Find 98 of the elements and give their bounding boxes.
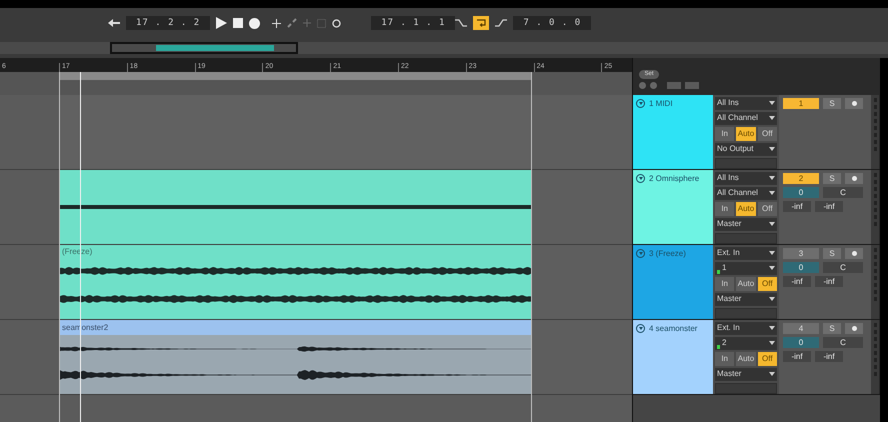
caret-icon [769, 176, 775, 180]
stop-icon[interactable] [233, 18, 244, 28]
output-channel-field[interactable] [715, 308, 777, 319]
loop-button[interactable] [473, 16, 490, 30]
track-activator-button[interactable]: 1 [783, 98, 819, 109]
monitor-button[interactable]: Off [758, 202, 777, 216]
punch-in-icon[interactable] [455, 18, 468, 28]
monitor-button[interactable]: Auto [736, 352, 756, 366]
loop-length-field[interactable]: 7 . 0 . 0 [513, 16, 592, 30]
caret-icon [769, 101, 775, 106]
pan-field[interactable]: C [823, 187, 863, 198]
volume-field[interactable]: 0 [783, 262, 819, 273]
pan-field[interactable]: C [823, 337, 863, 348]
caret-icon [769, 297, 775, 302]
output-channel-field[interactable] [715, 158, 777, 169]
track-title-block[interactable]: 4 seamonster [633, 320, 713, 394]
record-icon[interactable] [249, 18, 260, 28]
output-dropdown[interactable]: Master [715, 292, 777, 306]
volume-field[interactable]: 0 [783, 337, 819, 348]
input-dropdown[interactable]: All Ins [715, 97, 777, 110]
monitor-button[interactable]: In [715, 352, 734, 366]
meter-reading: -inf [783, 201, 811, 212]
input-dropdown[interactable]: All Ins [715, 172, 777, 185]
monitor-button[interactable]: In [715, 126, 734, 141]
monitor-button[interactable]: Auto [736, 276, 756, 291]
caret-icon [769, 222, 775, 226]
volume-field[interactable]: 0 [783, 187, 819, 198]
record-icon [852, 326, 856, 331]
channel-dropdown[interactable]: 1 [715, 262, 777, 275]
loop-icon [476, 19, 486, 27]
song-position-field[interactable]: 17 . 2 . 2 [126, 16, 210, 30]
monitor-button[interactable]: Auto [736, 202, 756, 216]
fold-icon[interactable] [636, 99, 645, 108]
monitor-button[interactable]: Off [758, 276, 777, 291]
arm-button[interactable] [845, 323, 863, 334]
circle-icon[interactable] [332, 18, 342, 28]
meter-reading: -inf [815, 276, 843, 287]
meter-reading: -inf [783, 276, 811, 287]
channel-dropdown[interactable]: 2 [715, 336, 777, 350]
track-title-block[interactable]: 2 Omnisphere [633, 170, 713, 244]
input-dropdown[interactable]: Ext. In [715, 247, 777, 260]
track-name[interactable]: 4 seamonster [649, 324, 698, 334]
link-icon[interactable] [287, 18, 298, 28]
channel-dropdown[interactable]: All Channel [715, 186, 777, 200]
caret-icon [769, 251, 775, 256]
fold-icon[interactable] [636, 174, 645, 183]
caret-icon [769, 326, 775, 330]
monitor-button[interactable]: Auto [736, 126, 756, 141]
midi-clip[interactable] [59, 170, 531, 244]
output-channel-field[interactable] [715, 382, 777, 394]
arm-button[interactable] [845, 173, 863, 184]
back-arrow-icon[interactable] [108, 19, 120, 27]
caret-icon [769, 191, 775, 196]
output-channel-field[interactable] [715, 232, 777, 244]
plus-icon[interactable] [272, 18, 282, 28]
pan-field[interactable]: C [823, 262, 863, 273]
record-icon [852, 176, 856, 181]
punch-out-icon[interactable] [495, 18, 508, 28]
meter-reading: -inf [815, 201, 843, 212]
solo-button[interactable]: S [823, 248, 841, 259]
track-name[interactable]: 3 (Freeze) [649, 249, 686, 259]
record-icon [852, 101, 856, 106]
fold-icon[interactable] [636, 249, 645, 258]
track-title-block[interactable]: 3 (Freeze) [633, 245, 713, 319]
solo-button[interactable]: S [823, 173, 841, 184]
record-icon [852, 251, 856, 256]
solo-button[interactable]: S [823, 98, 841, 109]
overview-viewport[interactable] [110, 42, 298, 54]
dotted-square-icon[interactable] [317, 18, 326, 28]
loop-start-field[interactable]: 17 . 1 . 1 [371, 16, 456, 30]
solo-button[interactable]: S [823, 323, 841, 334]
track-activator-button[interactable]: 2 [783, 173, 819, 184]
overview-strip[interactable] [0, 42, 888, 54]
monitor-button[interactable]: In [715, 276, 734, 291]
monitor-button[interactable]: In [715, 202, 734, 216]
output-dropdown[interactable]: No Output [715, 142, 777, 156]
output-dropdown[interactable]: Master [715, 368, 777, 381]
track-name[interactable]: 1 MIDI [649, 99, 673, 109]
caret-icon [769, 147, 775, 152]
track-title-block[interactable]: 1 MIDI [633, 95, 713, 169]
track-activator-button[interactable]: 3 [783, 248, 819, 259]
arm-button[interactable] [845, 98, 863, 109]
output-dropdown[interactable]: Master [715, 218, 777, 231]
caret-icon [769, 372, 775, 376]
monitor-button[interactable]: Off [758, 352, 777, 366]
caret-icon [769, 266, 775, 270]
meter-reading: -inf [783, 351, 811, 362]
fold-icon[interactable] [636, 324, 645, 333]
track-name[interactable]: 2 Omnisphere [649, 174, 700, 184]
play-icon[interactable] [216, 17, 228, 29]
arm-button[interactable] [845, 248, 863, 259]
monitor-button[interactable]: Off [758, 126, 777, 141]
caret-icon [769, 116, 775, 120]
track-activator-button[interactable]: 4 [783, 323, 819, 334]
input-dropdown[interactable]: Ext. In [715, 322, 777, 335]
meter-reading: -inf [815, 351, 843, 362]
channel-dropdown[interactable]: All Channel [715, 112, 777, 125]
caret-icon [769, 341, 775, 346]
